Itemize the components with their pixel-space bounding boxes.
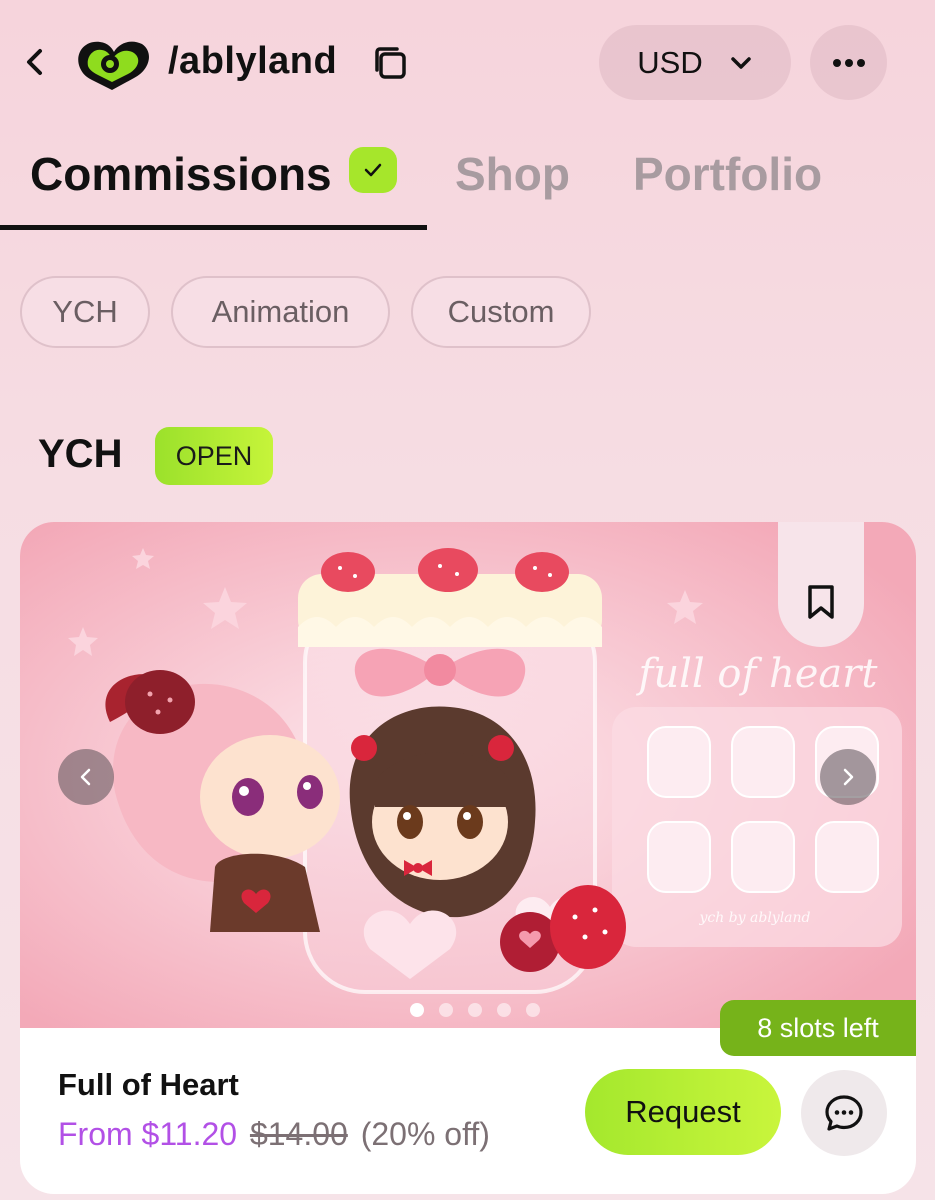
bookmark-button[interactable]: [778, 522, 864, 647]
bookmark-icon: [808, 585, 834, 619]
image-credit-text: ych by ablyland: [698, 910, 810, 926]
carousel-dot[interactable]: [410, 1003, 424, 1017]
carousel-dot[interactable]: [468, 1003, 482, 1017]
currency-selector[interactable]: USD: [599, 25, 791, 100]
carousel-prev-button[interactable]: [58, 749, 114, 805]
tab-shop[interactable]: Shop: [455, 147, 570, 201]
section-title: YCH: [38, 432, 123, 476]
carousel-dot[interactable]: [526, 1003, 540, 1017]
profile-handle: /ablyland: [168, 40, 338, 82]
status-badge: OPEN: [155, 427, 273, 485]
price-current: From $11.20: [58, 1116, 238, 1152]
carousel-dot[interactable]: [439, 1003, 453, 1017]
message-button[interactable]: [801, 1070, 887, 1156]
currency-label: USD: [637, 44, 703, 80]
commission-card[interactable]: full of heart ych by ablyland 8 slots le…: [20, 522, 916, 1194]
more-horizontal-icon: [832, 58, 865, 67]
profile-tabs: Commissions Shop Portfolio: [0, 135, 935, 230]
price-row: From $11.20 $14.00 (20% off): [58, 1116, 490, 1153]
active-tab-indicator: [0, 225, 427, 230]
more-options-button[interactable]: [810, 25, 887, 100]
chevron-down-icon: [730, 56, 751, 69]
tab-portfolio[interactable]: Portfolio: [633, 147, 822, 201]
chevron-left-icon: [80, 768, 91, 786]
carousel-dot[interactable]: [497, 1003, 511, 1017]
price-discount: (20% off): [360, 1116, 490, 1152]
carousel-indicator: [410, 1003, 540, 1017]
carousel-next-button[interactable]: [820, 749, 876, 805]
verified-badge: [349, 147, 397, 193]
tab-commissions[interactable]: Commissions: [30, 147, 332, 201]
back-button[interactable]: [18, 42, 52, 82]
filter-chip-ych[interactable]: YCH: [20, 276, 150, 348]
top-bar: /ablyland USD: [0, 0, 935, 130]
image-watermark-text: full of heart: [636, 651, 879, 697]
filter-chip-custom[interactable]: Custom: [411, 276, 591, 348]
copy-icon[interactable]: [370, 43, 410, 83]
slots-left-badge: 8 slots left: [720, 1000, 916, 1056]
commission-title: Full of Heart: [58, 1067, 239, 1102]
request-button[interactable]: Request: [585, 1069, 781, 1155]
filter-chip-animation[interactable]: Animation: [171, 276, 390, 348]
price-original: $14.00: [249, 1116, 348, 1152]
ablyland-logo[interactable]: [70, 34, 154, 94]
chevron-right-icon: [843, 768, 854, 786]
chevron-left-icon: [27, 49, 42, 75]
chat-bubble-icon: [825, 1095, 863, 1131]
checkmark-icon: [364, 163, 382, 177]
